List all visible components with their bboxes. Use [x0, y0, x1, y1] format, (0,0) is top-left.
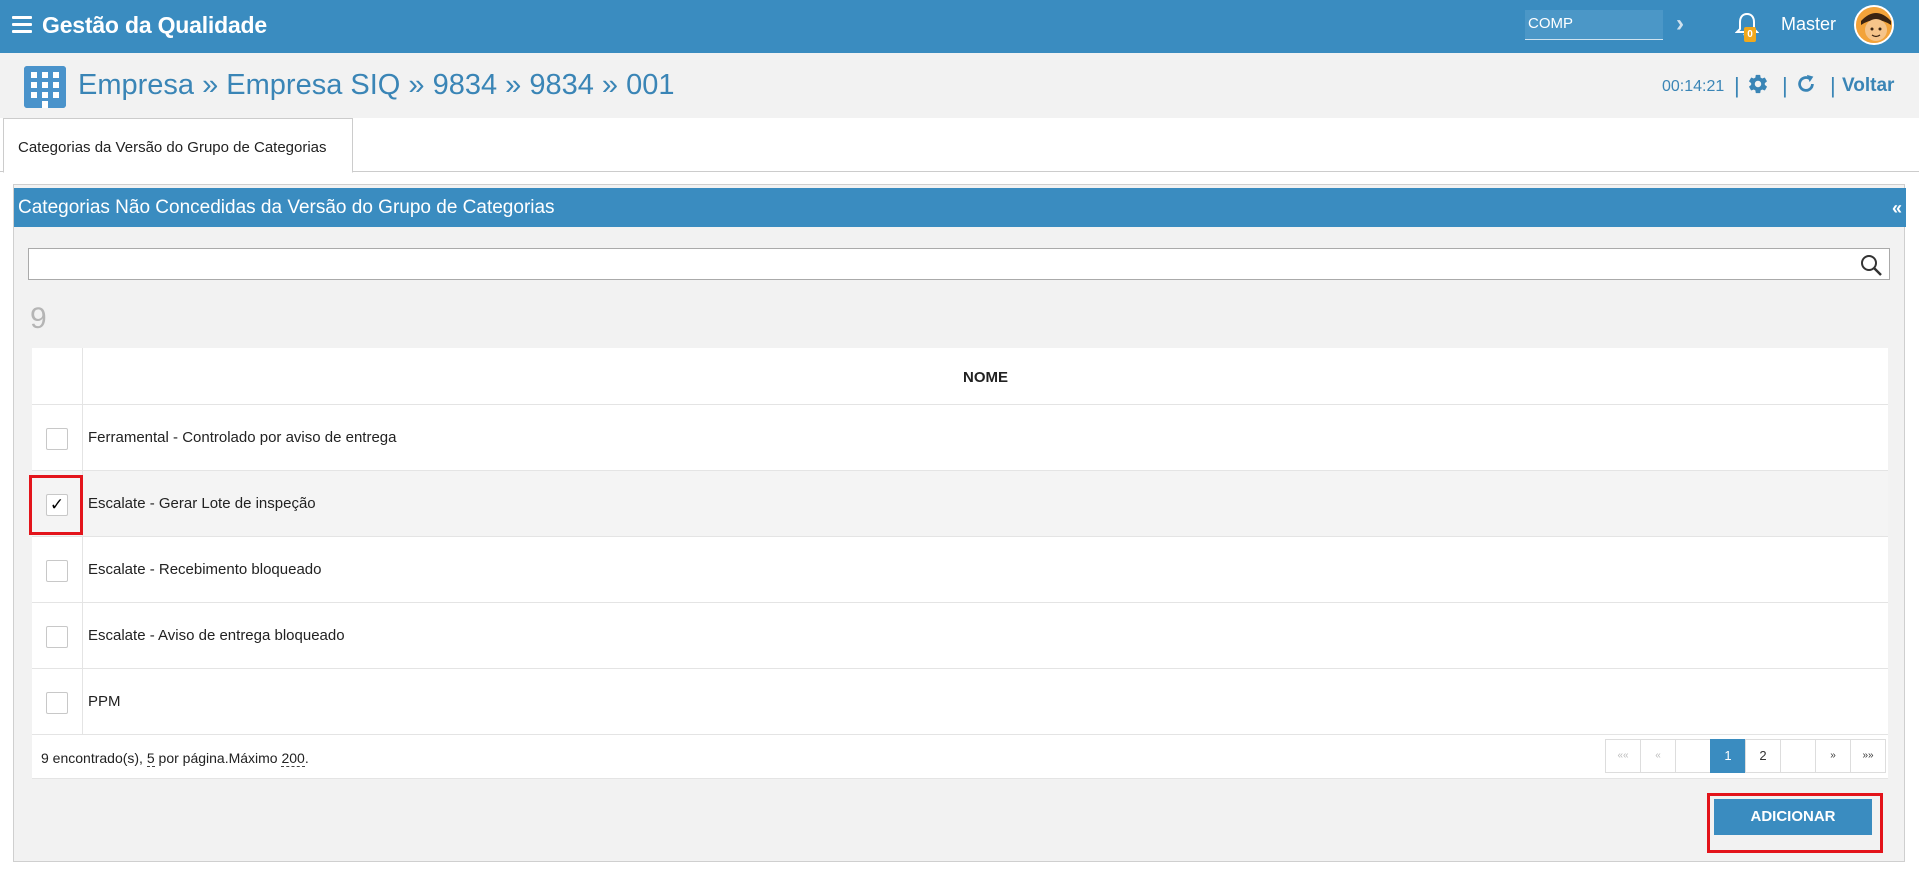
building-icon [24, 66, 66, 108]
max-value[interactable]: 200 [281, 750, 305, 767]
row-checkbox-checked[interactable]: ✓ [46, 494, 68, 516]
next-page-button[interactable]: » [1815, 739, 1851, 773]
column-header-nome[interactable]: NOME [83, 369, 1888, 386]
found-text: 9 encontrado(s), [41, 750, 143, 766]
tab-categorias[interactable]: Categorias da Versão do Grupo de Categor… [3, 118, 353, 173]
company-selector[interactable]: COMP [1525, 10, 1663, 40]
checkbox-cell [32, 603, 83, 669]
search-box [28, 248, 1890, 280]
page-1-button[interactable]: 1 [1710, 739, 1746, 773]
row-name: Escalate - Recebimento bloqueado [88, 561, 322, 578]
separator: | [1734, 73, 1740, 98]
header-checkbox-column [32, 348, 83, 405]
menu-icon[interactable] [12, 16, 32, 34]
back-link[interactable]: Voltar [1842, 75, 1894, 97]
row-name: Ferramental - Controlado por aviso de en… [88, 429, 397, 446]
refresh-icon[interactable] [1795, 73, 1817, 95]
user-name[interactable]: Master [1781, 14, 1836, 35]
app-title: Gestão da Qualidade [42, 12, 267, 38]
categories-panel: Categorias Não Concedidas da Versão do G… [13, 184, 1906, 862]
per-page-text: por página.Máximo [158, 750, 278, 766]
table-header: NOME [32, 348, 1888, 405]
search-icon[interactable] [1859, 253, 1883, 277]
row-name: PPM [88, 693, 121, 710]
notification-badge: 0 [1744, 27, 1756, 42]
last-page-button[interactable]: »» [1850, 739, 1886, 773]
table-row[interactable]: PPM [32, 669, 1888, 735]
row-checkbox[interactable] [46, 560, 68, 582]
row-checkbox[interactable] [46, 428, 68, 450]
separator: | [1782, 73, 1788, 98]
row-name: Escalate - Aviso de entrega bloqueado [88, 627, 345, 644]
breadcrumb-bar: Empresa » Empresa SIQ » 9834 » 9834 » 00… [0, 53, 1919, 118]
table-row[interactable]: Escalate - Aviso de entrega bloqueado [32, 603, 1888, 669]
checkbox-cell [32, 669, 83, 735]
per-page-value[interactable]: 5 [146, 750, 155, 767]
separator: | [1830, 73, 1836, 98]
panel-title: Categorias Não Concedidas da Versão do G… [18, 197, 555, 218]
first-page-button[interactable]: «« [1605, 739, 1641, 773]
panel-header: Categorias Não Concedidas da Versão do G… [14, 188, 1906, 227]
pagination: «« « 1 2 » »» [1605, 739, 1886, 773]
max-suffix: . [304, 750, 309, 766]
table-row[interactable]: Escalate - Recebimento bloqueado [32, 537, 1888, 603]
gear-icon[interactable] [1747, 73, 1769, 95]
categories-table: NOME Ferramental - Controlado por aviso … [32, 348, 1888, 779]
search-input[interactable] [29, 249, 1849, 279]
row-checkbox[interactable] [46, 692, 68, 714]
result-count: 9 [30, 302, 47, 335]
session-timer: 00:14:21 [1662, 78, 1725, 95]
pager-spacer [1780, 739, 1816, 773]
avatar[interactable] [1854, 5, 1894, 45]
add-button[interactable]: ADICIONAR [1714, 799, 1872, 835]
row-name: Escalate - Gerar Lote de inspeção [88, 495, 316, 512]
collapse-icon[interactable]: « [1892, 198, 1902, 219]
table-row[interactable]: ✓ Escalate - Gerar Lote de inspeção [32, 471, 1888, 537]
pagination-summary: 9 encontrado(s), 5 por página.Máximo 200… [41, 750, 309, 767]
table-row[interactable]: Ferramental - Controlado por aviso de en… [32, 405, 1888, 471]
checkbox-cell [32, 405, 83, 471]
top-bar: Gestão da Qualidade COMP › 0 Master [0, 0, 1919, 53]
table-footer: 9 encontrado(s), 5 por página.Máximo 200… [32, 735, 1888, 779]
row-checkbox[interactable] [46, 626, 68, 648]
page-2-button[interactable]: 2 [1745, 739, 1781, 773]
checkbox-cell: ✓ [32, 471, 83, 537]
pager-spacer [1675, 739, 1711, 773]
breadcrumb[interactable]: Empresa » Empresa SIQ » 9834 » 9834 » 00… [78, 69, 674, 102]
tab-strip: Categorias da Versão do Grupo de Categor… [0, 118, 1919, 173]
comp-arrow-icon[interactable]: › [1676, 10, 1684, 38]
prev-page-button[interactable]: « [1640, 739, 1676, 773]
checkbox-cell [32, 537, 83, 603]
